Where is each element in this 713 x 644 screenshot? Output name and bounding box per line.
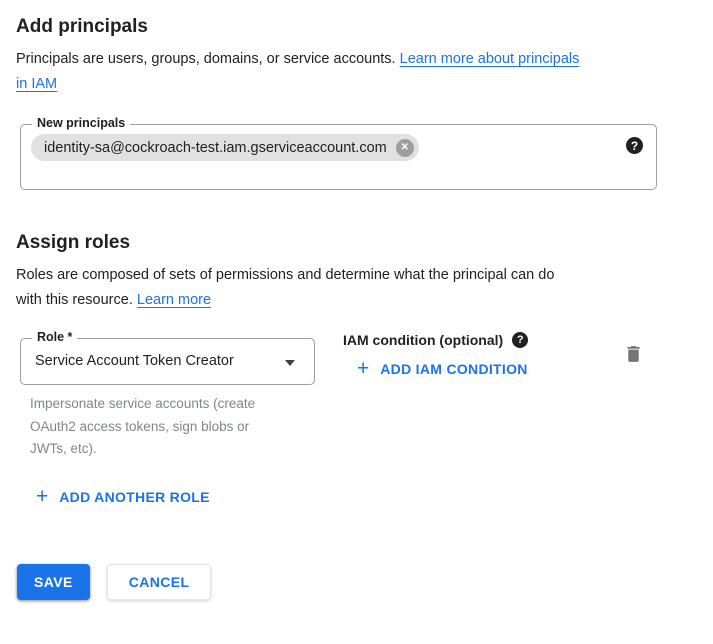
- save-button[interactable]: SAVE: [17, 564, 90, 600]
- new-principals-help-icon[interactable]: ?: [626, 137, 643, 154]
- role-row: Role * Service Account Token Creator Imp…: [20, 338, 697, 461]
- iam-condition-help-icon[interactable]: ?: [512, 332, 528, 348]
- role-column: Role * Service Account Token Creator Imp…: [20, 338, 315, 461]
- assign-roles-title: Assign roles: [16, 231, 697, 254]
- new-principals-label: New principals: [32, 116, 130, 130]
- page-title: Add principals: [16, 15, 697, 38]
- plus-icon: +: [36, 489, 48, 505]
- principal-chip: identity-sa@cockroach-test.iam.gservicea…: [31, 134, 419, 161]
- chip-remove-button[interactable]: ✕: [396, 139, 414, 157]
- add-iam-condition-button[interactable]: + ADD IAM CONDITION: [357, 361, 528, 377]
- new-principals-field[interactable]: New principals identity-sa@cockroach-tes…: [20, 124, 657, 190]
- add-another-role-button[interactable]: + ADD ANOTHER ROLE: [36, 489, 210, 505]
- role-helper-text: Impersonate service accounts (createOAut…: [30, 393, 295, 461]
- footer-actions: SAVE CANCEL: [17, 564, 713, 600]
- close-icon: ✕: [401, 142, 409, 153]
- role-dropdown[interactable]: Role * Service Account Token Creator: [20, 338, 315, 385]
- iam-condition-label-row: IAM condition (optional) ?: [343, 332, 528, 348]
- role-label: Role *: [32, 330, 77, 344]
- role-selected-value: Service Account Token Creator: [35, 353, 314, 369]
- principals-description-text: Principals are users, groups, domains, o…: [16, 51, 396, 67]
- learn-more-roles-link[interactable]: Learn more: [137, 292, 211, 308]
- cancel-button[interactable]: CANCEL: [107, 564, 212, 600]
- plus-icon: +: [357, 361, 369, 377]
- chevron-down-icon: [285, 360, 295, 366]
- iam-condition-column: IAM condition (optional) ? + ADD IAM CON…: [343, 332, 528, 380]
- trash-icon: [623, 353, 644, 368]
- roles-description: Roles are composed of sets of permission…: [16, 263, 697, 313]
- iam-condition-label: IAM condition (optional): [343, 332, 503, 348]
- principals-description: Principals are users, groups, domains, o…: [16, 47, 697, 97]
- principal-chip-value: identity-sa@cockroach-test.iam.gservicea…: [44, 140, 387, 156]
- delete-role-button[interactable]: [623, 343, 644, 368]
